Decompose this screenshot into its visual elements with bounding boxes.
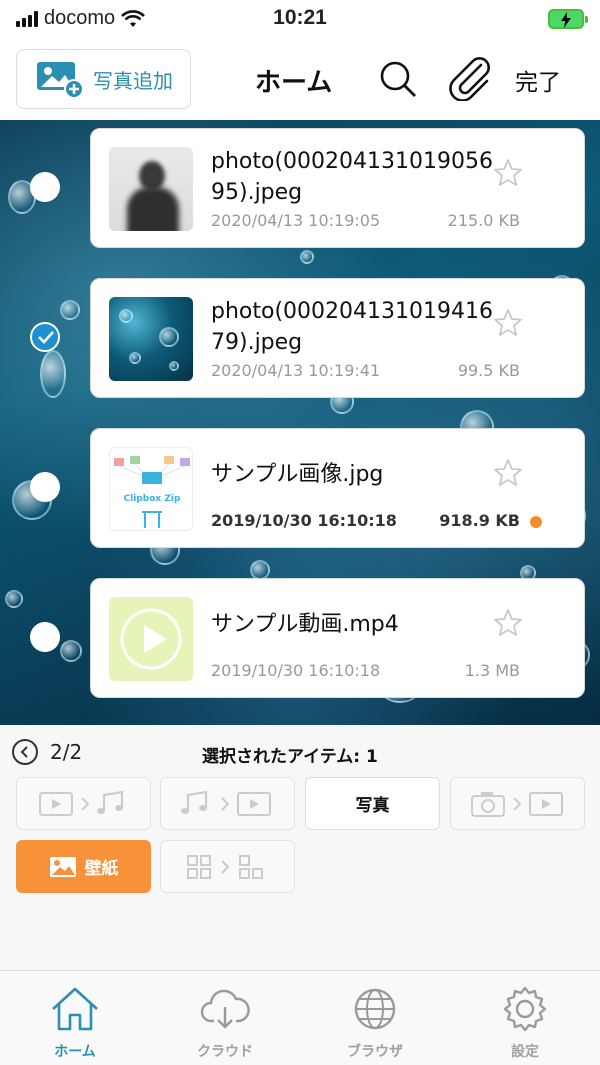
star-icon[interactable]: [492, 307, 524, 339]
tab-label: クラウド: [197, 1044, 253, 1060]
page-indicator: 2/2: [50, 740, 83, 764]
file-thumbnail: [109, 597, 193, 681]
nav-bar: 写真追加 ホーム 完了: [0, 40, 600, 120]
list-item[interactable]: サンプル動画.mp4 2019/10/30 16:10:18 1.3 MB: [90, 578, 585, 698]
star-icon[interactable]: [492, 457, 524, 489]
video-to-music-icon: [38, 790, 123, 816]
wallpaper-button[interactable]: 壁紙: [16, 840, 151, 893]
tab-bar: ホーム クラウド ブラウザ 設定: [0, 970, 600, 1065]
list-item[interactable]: photo(00020413101941679).jpeg 2020/04/13…: [90, 278, 585, 398]
tab-home[interactable]: ホーム: [0, 985, 150, 1061]
done-button[interactable]: 完了: [515, 63, 561, 97]
star-icon[interactable]: [492, 157, 524, 189]
action-panel: 2/2 選択されたアイテム: 1 写真 壁紙: [0, 725, 600, 970]
video-to-music-button[interactable]: [16, 777, 151, 830]
page-back-button[interactable]: [12, 739, 38, 765]
file-name: サンプル画像.jpg: [211, 462, 384, 487]
paperclip-icon[interactable]: [447, 57, 493, 101]
file-size: 99.5 KB: [457, 361, 520, 380]
camera-to-video-button[interactable]: [450, 777, 585, 830]
file-name: photo(00020413101941679).jpeg: [211, 299, 493, 355]
add-photo-label: 写真追加: [93, 68, 173, 93]
select-radio-checked[interactable]: [30, 322, 60, 352]
file-date: 2020/04/13 10:19:41: [211, 361, 381, 380]
checkmark-icon: [38, 331, 54, 344]
file-thumbnail: [109, 297, 193, 381]
video-play-icon: [120, 608, 182, 670]
file-size: 1.3 MB: [464, 661, 520, 680]
status-bar: docomo 10:21: [0, 0, 600, 40]
file-name: サンプル動画.mp4: [211, 612, 399, 637]
file-date: 2019/10/30 16:10:18: [211, 661, 381, 680]
chevron-left-icon: [20, 746, 28, 758]
selected-count: 選択されたアイテム: 1: [202, 747, 378, 767]
list-item[interactable]: photo(00020413101905695).jpeg 2020/04/13…: [90, 128, 585, 248]
clock: 10:21: [273, 6, 327, 29]
battery-icon: [548, 9, 588, 29]
tab-settings[interactable]: 設定: [450, 985, 600, 1061]
clipbox-label: Clipbox Zip: [124, 494, 181, 504]
home-icon: [52, 987, 98, 1031]
wallpaper-label: 壁紙: [84, 859, 119, 879]
photo-button-label: 写真: [355, 796, 390, 816]
file-thumbnail: [109, 147, 193, 231]
tab-label: ホーム: [54, 1044, 96, 1060]
file-size: 918.9 KB: [439, 511, 520, 530]
music-to-video-button[interactable]: [160, 777, 295, 830]
file-thumbnail: Clipbox Zip: [109, 447, 193, 531]
select-radio[interactable]: [30, 472, 60, 502]
gear-icon: [503, 986, 547, 1032]
grid-convert-icon: [186, 854, 263, 879]
camera-to-video-icon: [470, 791, 563, 817]
select-radio[interactable]: [30, 622, 60, 652]
file-date: 2020/04/13 10:19:05: [211, 211, 381, 230]
globe-icon: [354, 988, 396, 1030]
grid-convert-button[interactable]: [160, 840, 295, 893]
cloud-download-icon: [200, 989, 250, 1029]
file-name: photo(00020413101905695).jpeg: [211, 149, 493, 205]
add-image-icon: [37, 62, 84, 99]
search-icon[interactable]: [378, 59, 418, 99]
file-date: 2019/10/30 16:10:18: [211, 511, 397, 530]
music-to-video-icon: [180, 790, 271, 816]
tab-label: 設定: [511, 1044, 539, 1060]
tab-cloud[interactable]: クラウド: [150, 985, 300, 1061]
add-photo-button[interactable]: 写真追加: [16, 49, 191, 109]
image-icon: [49, 856, 76, 877]
tab-browser[interactable]: ブラウザ: [300, 985, 450, 1061]
star-icon[interactable]: [492, 607, 524, 639]
photo-button[interactable]: 写真: [305, 777, 440, 830]
file-list: photo(00020413101905695).jpeg 2020/04/13…: [0, 120, 600, 725]
new-indicator-dot: [530, 516, 542, 528]
tab-label: ブラウザ: [347, 1044, 403, 1060]
select-radio[interactable]: [30, 172, 60, 202]
page-title: ホーム: [255, 68, 333, 98]
list-item[interactable]: Clipbox Zip サンプル画像.jpg 2019/10/30 16:10:…: [90, 428, 585, 548]
file-size: 215.0 KB: [447, 211, 520, 230]
